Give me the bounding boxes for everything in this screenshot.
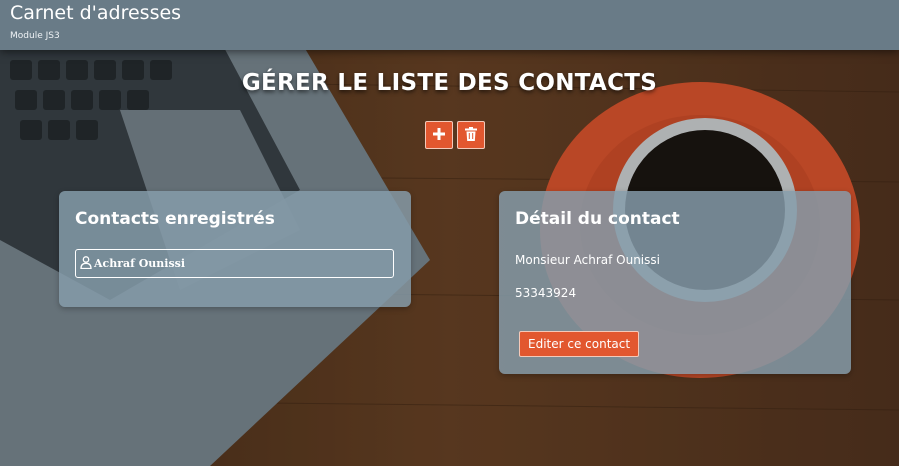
contact-phone: 53343924 [515, 286, 577, 300]
app-title: Carnet d'adresses [10, 2, 182, 24]
page-title: GÉRER LE LISTE DES CONTACTS [241, 70, 658, 96]
contact-detail-title: Détail du contact [515, 209, 680, 229]
app-subtitle: Module JS3 [10, 31, 60, 41]
app-header: Carnet d'adresses Module JS3 [0, 0, 899, 50]
saved-contacts-title: Contacts enregistrés [75, 209, 275, 229]
plus-icon [432, 126, 446, 145]
contact-full-name: Monsieur Achraf Ounissi [515, 253, 660, 267]
contacts-toolbar [425, 121, 485, 149]
delete-contact-button[interactable] [457, 121, 485, 149]
contact-name: Achraf Ounissi [94, 257, 186, 270]
edit-contact-button[interactable]: Editer ce contact [519, 331, 640, 357]
trash-icon [465, 126, 477, 145]
add-contact-button[interactable] [425, 121, 453, 149]
user-icon [80, 254, 92, 273]
contact-list-item[interactable]: Achraf Ounissi [75, 249, 394, 278]
contact-detail-panel: Détail du contact Monsieur Achraf Ouniss… [499, 191, 851, 374]
saved-contacts-panel: Contacts enregistrés Achraf Ounissi [59, 191, 411, 307]
